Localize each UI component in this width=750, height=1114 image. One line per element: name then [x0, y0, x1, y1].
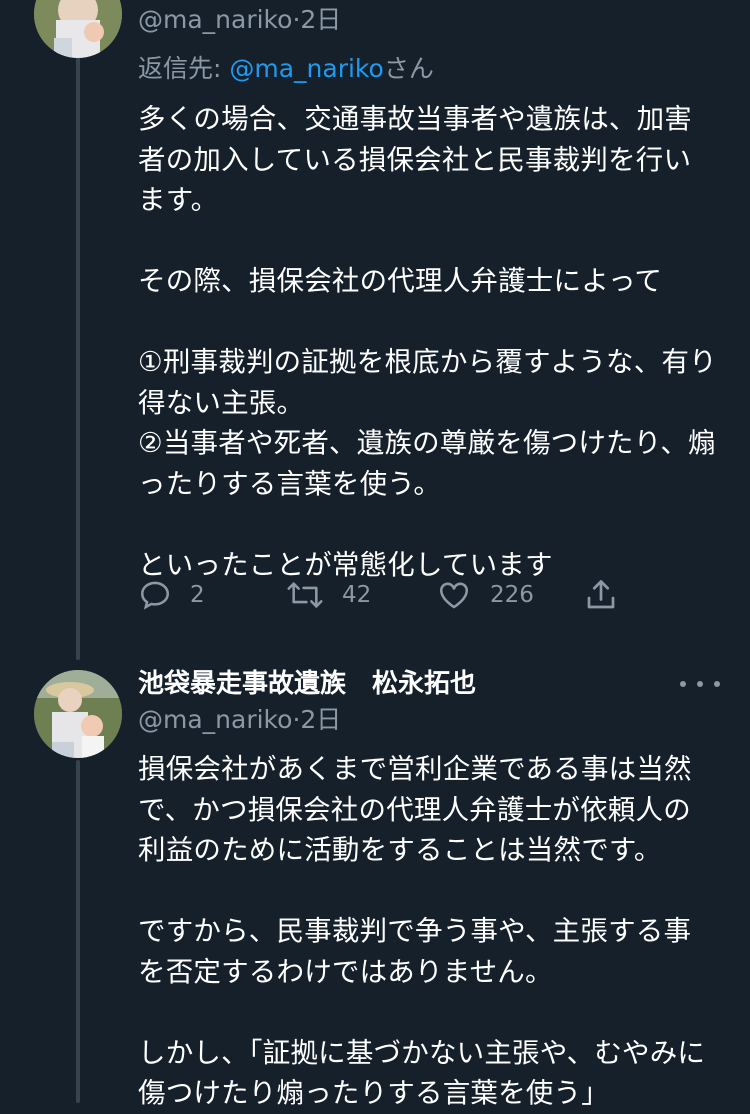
more-dot — [697, 681, 703, 687]
tweet-text: 多くの場合、交通事故当事者や遺族は、加害者の加入している損保会社と民事裁判を行い… — [138, 103, 717, 581]
tweet-meta: @ma_nariko·2日 — [138, 705, 341, 735]
avatar-image — [34, 670, 122, 758]
reply-context: 返信先: @ma_narikoさん — [138, 53, 434, 85]
retweet-count: 42 — [342, 582, 372, 608]
like-icon — [439, 582, 469, 609]
share-button[interactable] — [583, 573, 619, 617]
avatar[interactable] — [34, 0, 122, 58]
thread-connector-line — [76, 760, 80, 1103]
reply-mention-link[interactable]: @ma_nariko — [229, 54, 383, 83]
tweet-actions: 2 42 226 — [138, 573, 638, 617]
tweet-meta: @ma_nariko·2日 — [138, 5, 341, 35]
user-handle[interactable]: @ma_nariko — [138, 5, 292, 34]
more-dot — [680, 681, 686, 687]
avatar-image — [34, 0, 122, 58]
tweet-text: 損保会社があくまで営利企業である事は当然で、かつ損保会社の代理人弁護士が依頼人の… — [138, 753, 706, 1109]
display-name[interactable]: 池袋暴走事故遺族 松永拓也 — [138, 666, 476, 702]
tweet-timestamp[interactable]: 2日 — [300, 705, 341, 734]
more-icon[interactable] — [680, 670, 720, 698]
reply-suffix: さん — [383, 54, 434, 83]
tweet-timestamp[interactable]: 2日 — [300, 5, 341, 34]
reply-button[interactable]: 2 — [138, 573, 205, 617]
retweet-button[interactable]: 42 — [286, 573, 371, 617]
reply-count: 2 — [190, 582, 205, 608]
share-icon — [587, 580, 615, 609]
more-dot — [714, 681, 720, 687]
reply-prefix: 返信先: — [138, 54, 230, 83]
like-button[interactable]: 226 — [436, 573, 534, 617]
user-handle[interactable]: @ma_nariko — [138, 705, 292, 734]
avatar[interactable] — [34, 670, 122, 758]
thread-connector-line — [76, 52, 80, 660]
retweet-icon — [287, 582, 323, 608]
like-count: 226 — [490, 582, 534, 608]
reply-icon — [140, 581, 170, 610]
